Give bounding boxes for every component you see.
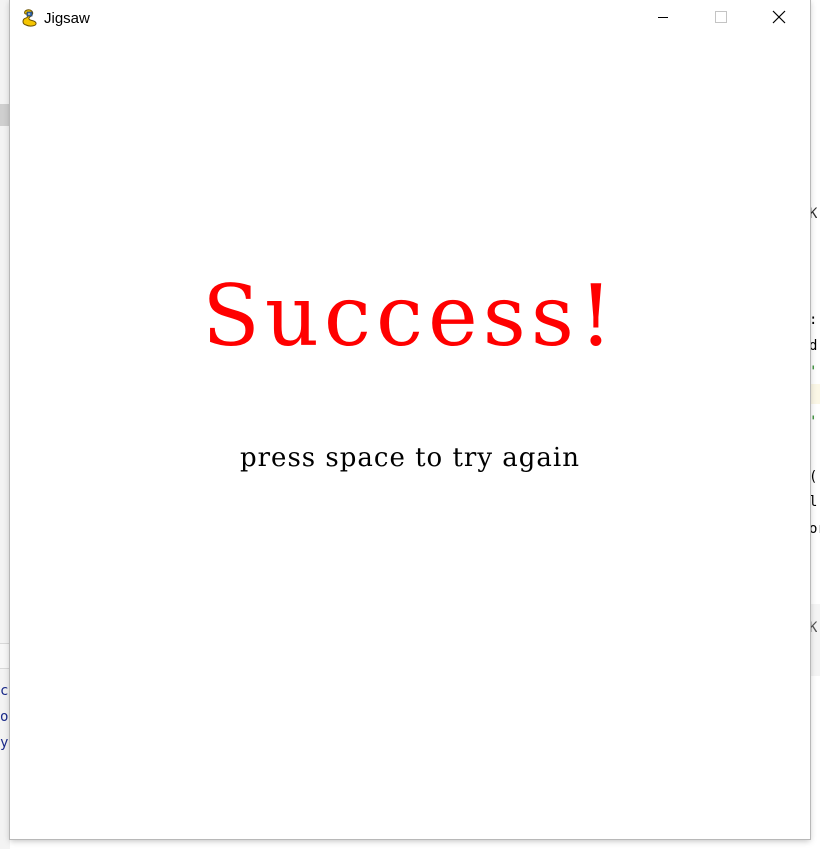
background-divider [0, 643, 10, 669]
close-button[interactable] [756, 0, 802, 38]
maximize-icon [715, 10, 727, 28]
background-code-fragment: or [809, 522, 820, 536]
background-console-fragment: or [0, 710, 10, 724]
background-panel-band [810, 604, 820, 676]
background-code-fragment: d: [809, 339, 820, 353]
game-canvas[interactable]: Success! press space to try again [10, 38, 810, 839]
background-code-fragment: '; [809, 365, 820, 379]
background-console-fragment: y. [0, 736, 10, 750]
window-title: Jigsaw [44, 10, 90, 27]
background-code-fragment: ( [809, 470, 818, 484]
close-icon [772, 10, 786, 29]
background-tab [0, 104, 10, 126]
pygame-snake-icon [20, 8, 40, 28]
background-code-fragment: _ [809, 389, 818, 403]
maximize-button[interactable] [698, 0, 744, 38]
jigsaw-window: Jigsaw Success! press space to try again [10, 0, 810, 839]
minimize-button[interactable] [640, 0, 686, 38]
title-bar[interactable]: Jigsaw [10, 0, 810, 38]
background-code-fragment: _ [809, 447, 818, 461]
minimize-icon [657, 10, 669, 28]
background-code-fragment: '; [809, 415, 820, 429]
background-console-fragment: ce [0, 684, 10, 698]
background-code-fragment: K [809, 621, 818, 635]
success-message: Success! [202, 267, 618, 365]
background-code-fragment: : [809, 313, 818, 327]
background-code-fragment: K [809, 207, 818, 221]
retry-hint: press space to try again [239, 443, 580, 473]
background-code-fragment: l, [809, 495, 820, 509]
